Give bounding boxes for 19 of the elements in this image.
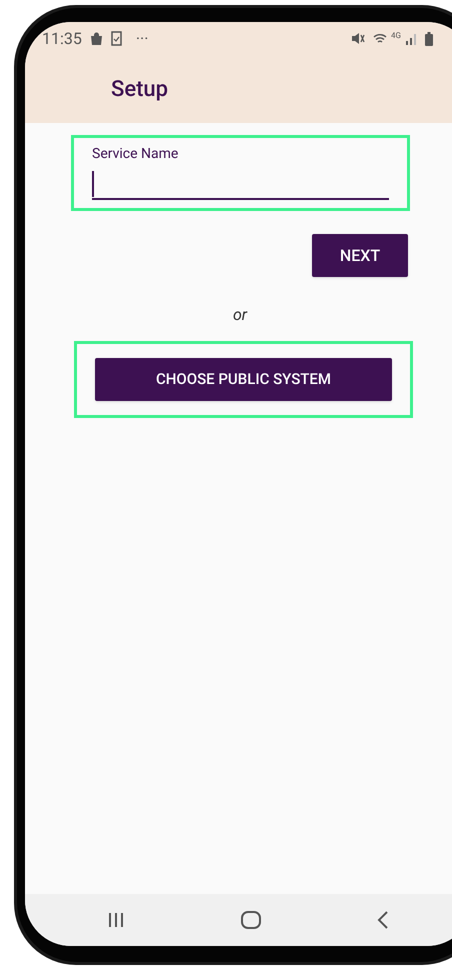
- network-type: 4G: [391, 30, 401, 42]
- home-icon[interactable]: [241, 911, 261, 929]
- app-title: Setup: [111, 76, 168, 104]
- or-text: or: [232, 304, 248, 326]
- text-cursor: [92, 170, 94, 196]
- battery-icon: [425, 32, 433, 46]
- more-notifications: ···: [136, 28, 148, 50]
- service-name-field[interactable]: Service Name: [92, 144, 389, 200]
- wifi-icon: [373, 32, 388, 46]
- clipboard-icon: [110, 31, 122, 46]
- field-label: Service Name: [92, 145, 180, 164]
- back-icon[interactable]: [377, 911, 389, 929]
- mute-icon: [351, 32, 366, 45]
- choose-public-system-button[interactable]: CHOOSE PUBLIC SYSTEM: [95, 358, 392, 401]
- bag-icon: [90, 32, 103, 45]
- next-button[interactable]: NEXT: [312, 234, 408, 277]
- recent-apps-icon[interactable]: [107, 912, 125, 928]
- signal-icon: [405, 32, 417, 44]
- status-time: 11:35: [42, 28, 82, 50]
